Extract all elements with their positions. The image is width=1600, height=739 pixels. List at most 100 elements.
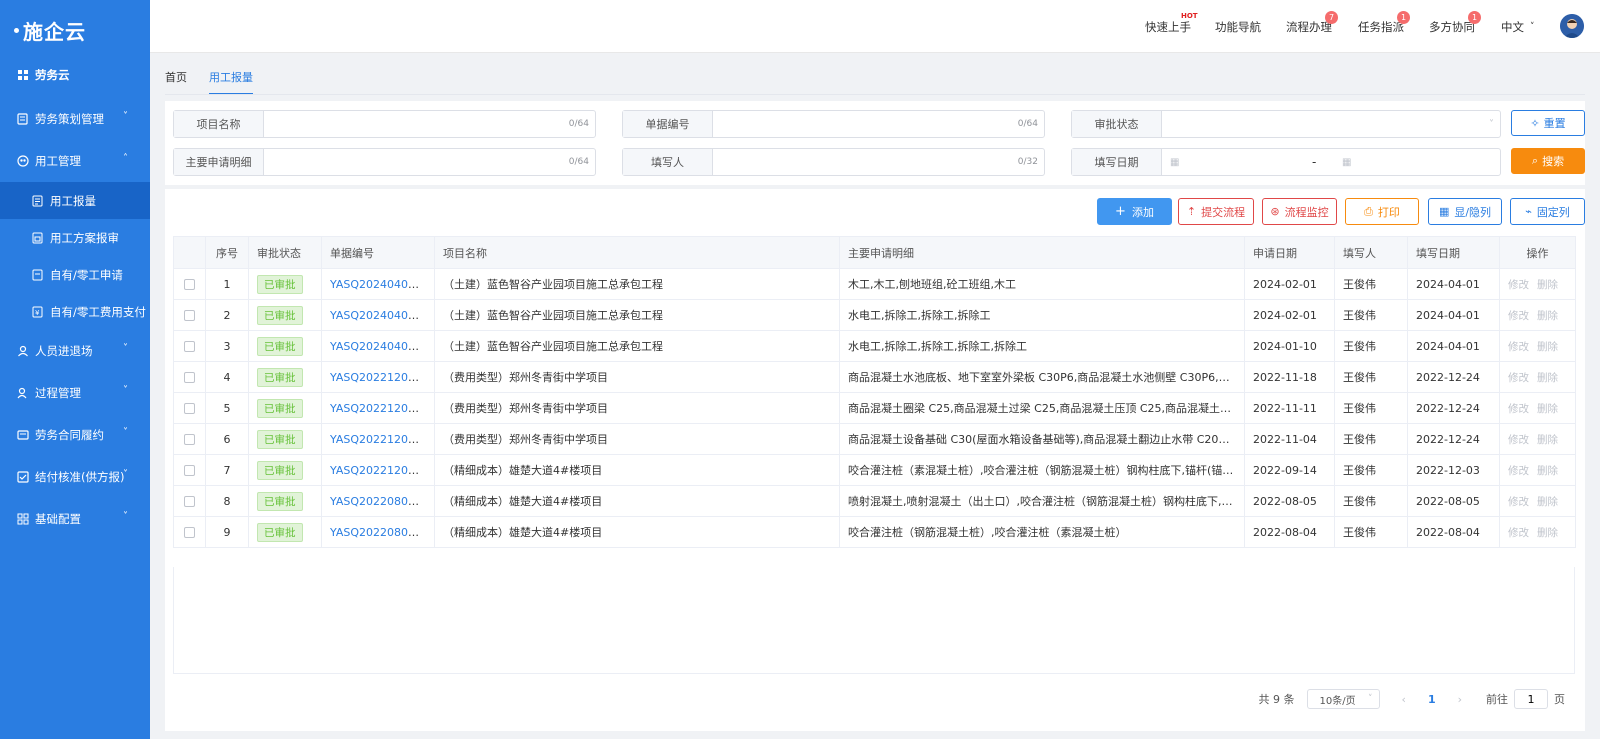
function-nav-link[interactable]: 功能导航 <box>1215 0 1261 53</box>
approval-status-select[interactable]: ˅ <box>1162 111 1500 137</box>
delete-button[interactable]: 删除 <box>1537 434 1558 446</box>
delete-button[interactable]: 删除 <box>1537 465 1558 477</box>
toggle-label: 显/隐列 <box>1454 205 1492 219</box>
row-actions: 修改 删除 <box>1499 392 1576 424</box>
header-filler: 填写人 <box>1334 236 1408 269</box>
add-button[interactable]: + 添加 <box>1097 198 1172 225</box>
doc-code-link[interactable]: YASQ2022120003 <box>330 464 429 477</box>
form-icon <box>32 269 44 281</box>
submit-process-button[interactable]: ⇡ 提交流程 <box>1178 198 1254 225</box>
sidebar-item-home[interactable]: 劳务云 <box>0 58 150 92</box>
next-page-button[interactable]: › <box>1458 693 1462 706</box>
apps-icon <box>16 513 29 526</box>
edit-button[interactable]: 修改 <box>1508 341 1529 353</box>
sidebar-item-settlement[interactable]: 结付核准(供方报) ˅ <box>0 456 150 498</box>
reset-button[interactable]: ✧ 重置 <box>1511 110 1585 136</box>
delete-button[interactable]: 删除 <box>1537 310 1558 322</box>
delete-button[interactable]: 删除 <box>1537 403 1558 415</box>
doc-code-link[interactable]: YASQ2022120005 <box>330 402 429 415</box>
checkbox-icon <box>184 465 195 476</box>
collab-link[interactable]: 多方协同 1 <box>1429 0 1481 53</box>
table-row: 1 已审批 YASQ2024040009 （土建）蓝色智谷产业园项目施工总承包工程 木工… <box>173 268 1576 300</box>
page-size-select[interactable]: 10条/页 ˅ <box>1306 689 1380 709</box>
status-badge: 已审批 <box>257 274 303 294</box>
sidebar-item-personnel[interactable]: 人员进退场 ˅ <box>0 330 150 372</box>
edit-button[interactable]: 修改 <box>1508 403 1529 415</box>
process-link[interactable]: 流程办理 7 <box>1286 0 1338 53</box>
row-project: （土建）蓝色智谷产业园项目施工总承包工程 <box>434 330 840 362</box>
process-monitor-button[interactable]: ⊛ 流程监控 <box>1262 198 1337 225</box>
doc-code-link[interactable]: YASQ2024040008 <box>330 309 429 322</box>
edit-button[interactable]: 修改 <box>1508 465 1529 477</box>
filler-input[interactable] <box>721 155 1036 169</box>
toggle-columns-button[interactable]: ▦ 显/隐列 <box>1428 198 1502 225</box>
sidebar-subitem-own-apply[interactable]: 自有/零工申请 <box>0 256 150 293</box>
row-detail: 木工,木工,刨地班组,砼工班组,木工 <box>839 268 1245 300</box>
row-code: YASQ2024040009 <box>321 268 435 300</box>
row-checkbox[interactable] <box>173 268 206 300</box>
row-checkbox[interactable] <box>173 454 206 486</box>
tab-home[interactable]: 首页 <box>165 60 187 95</box>
sidebar-subitem-own-payment[interactable]: ¥ 自有/零工费用支付 <box>0 293 150 330</box>
delete-button[interactable]: 删除 <box>1537 372 1558 384</box>
doc-code-link[interactable]: YASQ2022120006 <box>330 371 429 384</box>
header-checkbox[interactable] <box>173 236 206 269</box>
edit-button[interactable]: 修改 <box>1508 279 1529 291</box>
sidebar-item-employment[interactable]: 用工管理 ˄ <box>0 140 150 182</box>
current-page[interactable]: 1 <box>1428 693 1436 706</box>
row-filler: 王俊伟 <box>1334 485 1408 517</box>
edit-button[interactable]: 修改 <box>1508 527 1529 539</box>
prev-page-button[interactable]: ‹ <box>1402 693 1406 706</box>
doc-code-link[interactable]: YASQ2022080001 <box>330 526 429 539</box>
edit-button[interactable]: 修改 <box>1508 496 1529 508</box>
row-checkbox[interactable] <box>173 299 206 331</box>
calendar-icon: ▦ <box>1342 156 1352 168</box>
status-badge: 已审批 <box>257 336 303 356</box>
project-name-filter: 项目名称 0/64 <box>173 110 596 138</box>
delete-button[interactable]: 删除 <box>1537 279 1558 291</box>
goto-page-input[interactable] <box>1514 689 1548 709</box>
grid-icon <box>16 69 29 82</box>
plan-icon <box>32 232 44 244</box>
print-button[interactable]: ⎙ 打印 <box>1345 198 1419 225</box>
row-checkbox[interactable] <box>173 361 206 393</box>
sidebar-item-contract[interactable]: 劳务合同履约 ˅ <box>0 414 150 456</box>
language-select[interactable]: 中文 ˅ <box>1501 0 1535 53</box>
tab-work-report[interactable]: 用工报量 <box>209 60 253 95</box>
row-checkbox[interactable] <box>173 423 206 455</box>
sidebar-item-labor-planning[interactable]: 劳务策划管理 ˅ <box>0 98 150 140</box>
search-button[interactable]: ⌕ 搜索 <box>1511 148 1585 174</box>
edit-button[interactable]: 修改 <box>1508 372 1529 384</box>
quick-start-link[interactable]: 快速上手 HOT <box>1145 0 1198 53</box>
header-no: 序号 <box>205 236 249 269</box>
main-detail-input[interactable] <box>272 155 587 169</box>
sidebar-item-process[interactable]: 过程管理 ˅ <box>0 372 150 414</box>
project-name-input[interactable] <box>272 117 587 131</box>
doc-no-input[interactable] <box>721 117 1036 131</box>
logo-dot-icon <box>14 27 19 33</box>
row-fill-date: 2022-12-03 <box>1407 454 1500 486</box>
delete-button[interactable]: 删除 <box>1537 527 1558 539</box>
doc-code-link[interactable]: YASQ2022120004 <box>330 433 429 446</box>
edit-button[interactable]: 修改 <box>1508 310 1529 322</box>
doc-no-count: 0/64 <box>1017 119 1038 129</box>
fill-date-range[interactable]: ▦ - ▦ <box>1162 149 1500 175</box>
delete-button[interactable]: 删除 <box>1537 341 1558 353</box>
doc-code-link[interactable]: YASQ2024040009 <box>330 278 429 291</box>
fix-columns-button[interactable]: ⌁ 固定列 <box>1510 198 1585 225</box>
doc-code-link[interactable]: YASQ2022080002 <box>330 495 429 508</box>
edit-button[interactable]: 修改 <box>1508 434 1529 446</box>
header-apply-date: 申请日期 <box>1244 236 1335 269</box>
delete-button[interactable]: 删除 <box>1537 496 1558 508</box>
avatar[interactable] <box>1560 14 1584 38</box>
doc-code-link[interactable]: YASQ2024040007 <box>330 340 429 353</box>
sidebar-subitem-work-report[interactable]: 用工报量 <box>0 182 150 219</box>
row-checkbox[interactable] <box>173 485 206 517</box>
row-checkbox[interactable] <box>173 516 206 548</box>
sidebar-subitem-plan-review[interactable]: 用工方案报审 <box>0 219 150 256</box>
sidebar-item-base-config[interactable]: 基础配置 ˅ <box>0 498 150 540</box>
goto-prefix: 前往 <box>1486 693 1508 706</box>
row-checkbox[interactable] <box>173 330 206 362</box>
task-link[interactable]: 任务指派 1 <box>1358 0 1410 53</box>
row-checkbox[interactable] <box>173 392 206 424</box>
